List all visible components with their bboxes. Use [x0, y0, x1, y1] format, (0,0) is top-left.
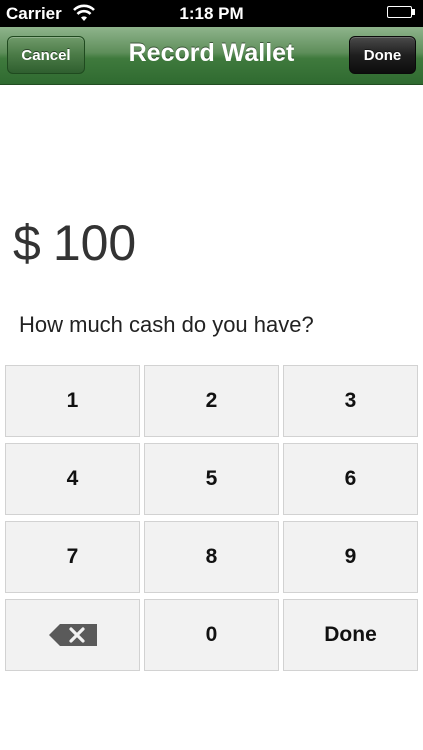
backspace-key[interactable] [5, 599, 140, 671]
key-9[interactable]: 9 [283, 521, 418, 593]
key-1[interactable]: 1 [5, 365, 140, 437]
key-2[interactable]: 2 [144, 365, 279, 437]
amount-display: $100 [13, 214, 136, 272]
currency-symbol: $ [13, 215, 41, 271]
numeric-keypad: 1 2 3 4 5 6 7 8 9 0 Done [5, 365, 418, 673]
key-5[interactable]: 5 [144, 443, 279, 515]
status-bar: Carrier 1:18 PM [0, 0, 423, 27]
key-8[interactable]: 8 [144, 521, 279, 593]
cash-prompt: How much cash do you have? [19, 312, 314, 337]
amount-value: 100 [52, 215, 137, 271]
battery-icon [387, 6, 417, 20]
key-3[interactable]: 3 [283, 365, 418, 437]
key-6[interactable]: 6 [283, 443, 418, 515]
key-7[interactable]: 7 [5, 521, 140, 593]
keypad-done-button[interactable]: Done [283, 599, 418, 671]
status-time: 1:18 PM [179, 4, 244, 23]
key-4[interactable]: 4 [5, 443, 140, 515]
key-0[interactable]: 0 [144, 599, 279, 671]
done-button[interactable]: Done [349, 36, 416, 74]
backspace-icon [48, 624, 97, 646]
navigation-bar: Cancel Record Wallet Done [0, 27, 423, 85]
